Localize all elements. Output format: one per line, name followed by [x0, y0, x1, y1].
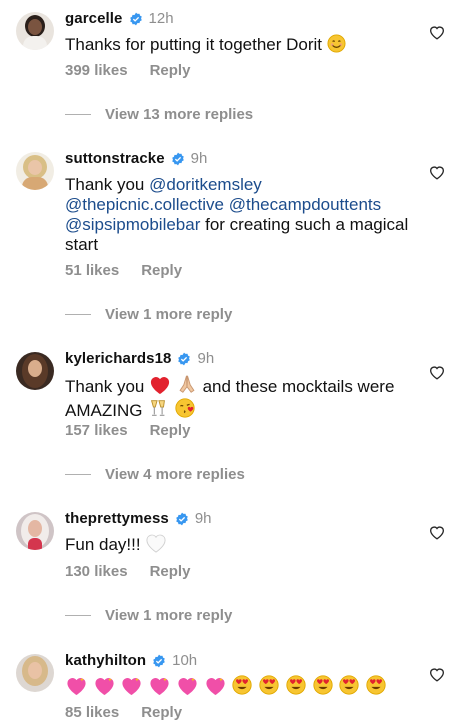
view-more-replies[interactable]: View 4 more replies [65, 466, 245, 483]
heart-eyes-emoji-icon [286, 675, 306, 695]
verified-badge-icon [171, 152, 184, 165]
comment-text: Thank you and these mocktails were AMAZI… [65, 373, 410, 421]
mention-link[interactable]: @thepicnic.collective [65, 195, 224, 214]
comment-text: Thank you @doritkemsley @thepicnic.colle… [65, 175, 410, 255]
comment-text: Thanks for putting it together Dorit [65, 34, 410, 55]
sparkling-heart-emoji-icon [206, 677, 225, 696]
timestamp: 9h [190, 150, 208, 167]
sparkling-heart-emoji-icon [122, 677, 142, 696]
reply-button[interactable]: Reply [150, 422, 191, 439]
reply-button[interactable]: Reply [150, 62, 191, 79]
comment-suttonstracke: suttonstracke 9h Thank you @doritkemsley… [0, 140, 474, 330]
sparkling-heart-emoji-icon [150, 677, 169, 696]
view-more-label: View 4 more replies [105, 466, 245, 483]
comment-body: Thanks for putting it together Dorit [65, 35, 323, 54]
username[interactable]: kathyhilton [65, 652, 146, 669]
verified-badge-icon [178, 352, 191, 365]
sparkling-heart-emoji-icon [95, 677, 114, 696]
verified-badge-icon [153, 654, 165, 667]
like-heart-icon[interactable] [429, 525, 445, 540]
reply-button[interactable]: Reply [141, 262, 182, 279]
like-count[interactable]: 157 likes [65, 422, 128, 439]
smiling-face-emoji-icon [327, 34, 346, 53]
like-heart-icon[interactable] [429, 25, 445, 40]
verified-badge-icon [176, 512, 188, 525]
username[interactable]: theprettymess [65, 510, 169, 527]
username[interactable]: suttonstracke [65, 150, 165, 167]
view-more-label: View 1 more reply [105, 306, 233, 323]
avatar[interactable] [16, 654, 54, 692]
like-count[interactable]: 399 likes [65, 62, 128, 79]
comment-theprettymess: theprettymess 9h Fun day!!! 130 likes Re… [0, 500, 474, 632]
divider-line [65, 615, 91, 616]
like-count[interactable]: 51 likes [65, 262, 119, 279]
comment-body: Thank you [65, 377, 145, 396]
comment-body: AMAZING [65, 401, 143, 420]
view-more-label: View 1 more reply [105, 607, 233, 624]
like-heart-icon[interactable] [429, 365, 445, 380]
like-heart-icon[interactable] [429, 667, 445, 682]
avatar[interactable] [16, 152, 54, 190]
heart-eyes-emoji-icon [232, 675, 253, 695]
heart-eyes-emoji-icon [312, 675, 333, 695]
red-heart-emoji-icon [151, 377, 170, 395]
heart-eyes-emoji-icon [259, 675, 279, 695]
timestamp: 9h [197, 350, 215, 367]
face-blowing-kiss-emoji-icon [175, 398, 195, 418]
timestamp: 9h [194, 510, 212, 527]
heart-eyes-emoji-icon [366, 675, 386, 695]
view-more-replies[interactable]: View 1 more reply [65, 607, 232, 624]
view-more-replies[interactable]: View 1 more reply [65, 306, 232, 323]
comment-body: Thank you [65, 175, 145, 194]
avatar[interactable] [16, 12, 54, 50]
white-heart-emoji-icon [146, 534, 166, 553]
heart-eyes-emoji-icon [339, 675, 359, 695]
verified-badge-icon [129, 12, 142, 25]
comment-text [65, 674, 410, 698]
view-more-label: View 13 more replies [105, 106, 254, 123]
mention-link[interactable]: @doritkemsley [149, 175, 262, 194]
divider-line [65, 114, 91, 115]
comment-body: and these mocktails were [202, 377, 395, 396]
avatar[interactable] [16, 512, 54, 550]
comment-kylerichards18: kylerichards18 9h Thank you and these mo… [0, 340, 474, 490]
sparkling-heart-emoji-icon [178, 677, 197, 696]
reply-button[interactable]: Reply [141, 704, 182, 721]
username[interactable]: garcelle [65, 10, 123, 27]
divider-line [65, 314, 91, 315]
like-count[interactable]: 130 likes [65, 563, 128, 580]
mention-link[interactable]: @sipsipmobilebar [65, 215, 200, 234]
comment-garcelle: garcelle 12h Thanks for putting it toget… [0, 0, 474, 130]
sparkling-heart-emoji-icon [67, 677, 86, 696]
timestamp: 12h [148, 10, 174, 27]
avatar[interactable] [16, 352, 54, 390]
folded-hands-emoji-icon [179, 375, 195, 393]
divider-line [65, 474, 91, 475]
like-heart-icon[interactable] [429, 165, 445, 180]
mention-link[interactable]: @thecampdouttents [229, 195, 381, 214]
comment-kathyhilton: kathyhilton 10h 85 likes Reply [0, 642, 474, 725]
view-more-replies[interactable]: View 13 more replies [65, 106, 253, 123]
comment-body: Fun day!!! [65, 535, 141, 554]
timestamp: 10h [172, 652, 198, 669]
like-count[interactable]: 85 likes [65, 704, 119, 721]
username[interactable]: kylerichards18 [65, 350, 171, 367]
clinking-glasses-emoji-icon [151, 400, 166, 416]
reply-button[interactable]: Reply [150, 563, 191, 580]
comment-text: Fun day!!! [65, 533, 410, 555]
